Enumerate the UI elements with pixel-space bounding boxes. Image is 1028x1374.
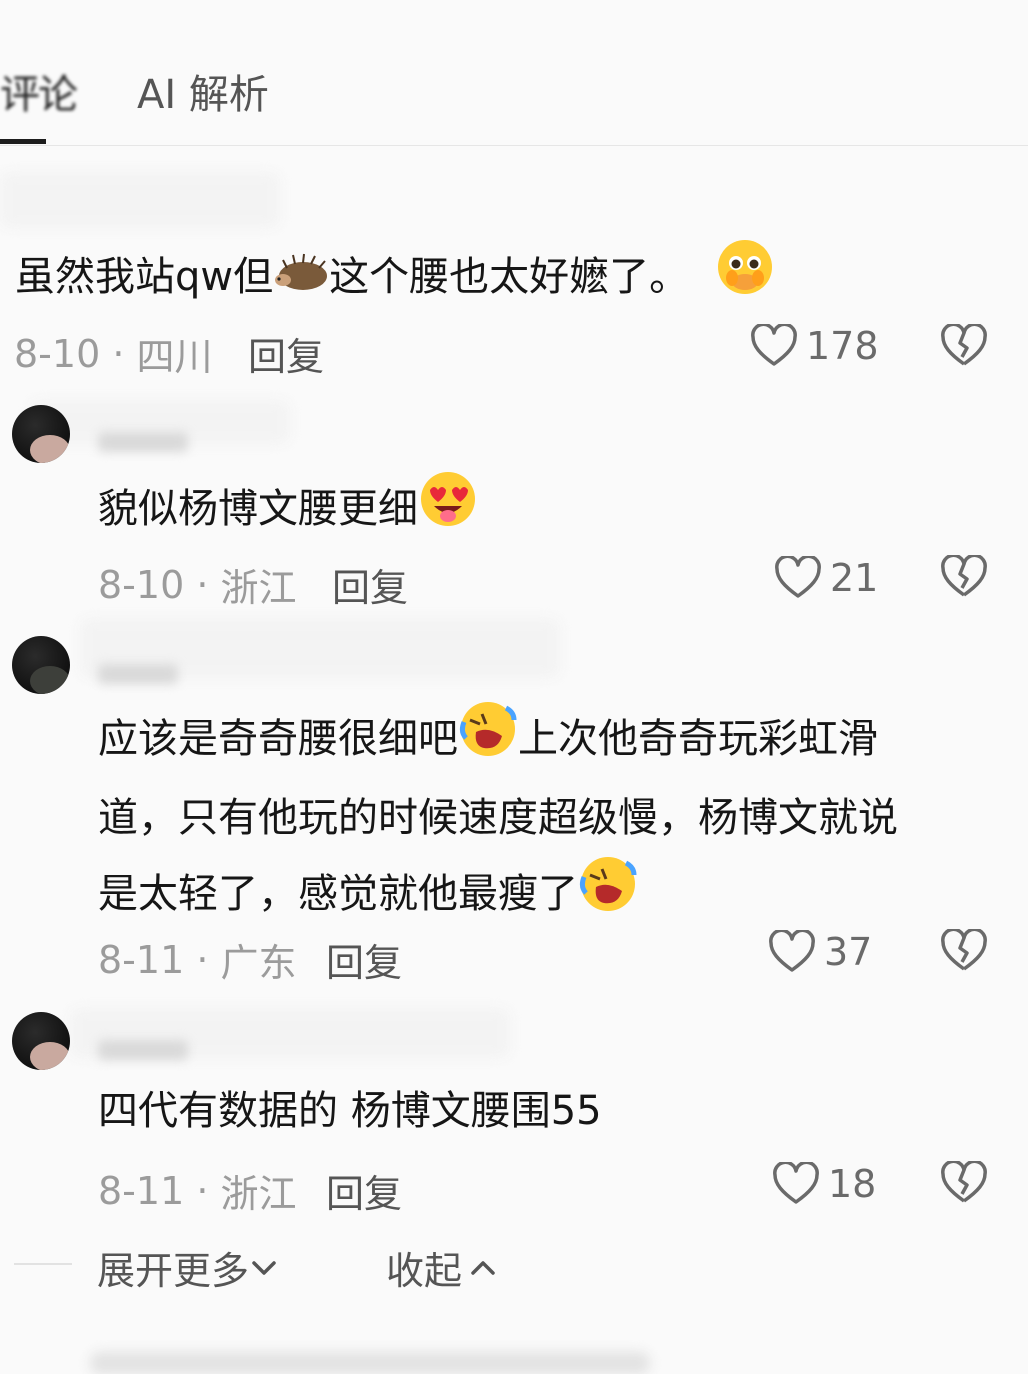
reply-button[interactable]: 回复 <box>326 932 402 987</box>
broken-heart-icon[interactable] <box>940 929 988 973</box>
comment-text: 虽然我站qw但 这个腰也太好嬷了。 <box>15 238 774 320</box>
username-redacted <box>98 1040 188 1060</box>
like-button[interactable]: 21 <box>774 556 878 600</box>
comment-location: 浙江 <box>220 566 297 610</box>
like-count: 21 <box>830 556 879 600</box>
collapse-button[interactable]: 收起 <box>386 1240 498 1295</box>
comment-location: 广东 <box>220 941 297 985</box>
rolling-laughing-emoji <box>458 700 518 782</box>
comment-location: 浙江 <box>220 1172 297 1216</box>
like-count: 178 <box>806 324 879 368</box>
comment-meta: 8-11 · 广东 <box>98 932 297 987</box>
like-button[interactable]: 18 <box>772 1162 876 1206</box>
comment-text: 应该是奇奇腰很细吧 上次他奇奇玩彩虹滑 道，只有他玩的时候速度超级慢，杨博文就说… <box>98 700 898 937</box>
comment-date: 8-10 <box>14 331 101 376</box>
heart-icon <box>775 556 821 598</box>
username-redacted <box>98 664 178 684</box>
broken-heart-icon[interactable] <box>940 1161 988 1205</box>
heart-icon <box>769 930 815 972</box>
chevron-up-icon <box>471 1260 495 1275</box>
comment-text: 四代有数据的 杨博文腰围55 <box>98 1088 602 1134</box>
like-button[interactable]: 37 <box>768 930 872 974</box>
tab-comments[interactable]: 评论 <box>0 62 78 120</box>
tab-bar: 评论 AI 解析 <box>0 0 1028 146</box>
broken-heart-icon[interactable] <box>940 324 988 368</box>
avatar[interactable] <box>12 1012 70 1070</box>
username-redacted <box>98 432 188 452</box>
comment-location: 四川 <box>136 335 213 379</box>
broken-heart-icon[interactable] <box>940 555 988 599</box>
divider <box>14 1263 72 1265</box>
heart-icon <box>751 324 797 366</box>
expand-more-button[interactable]: 展开更多 <box>97 1240 279 1295</box>
active-tab-indicator <box>0 139 46 144</box>
redacted-area <box>0 172 280 228</box>
reply-button[interactable]: 回复 <box>248 326 324 381</box>
avatar[interactable] <box>12 405 70 463</box>
avatar[interactable] <box>12 636 70 694</box>
hedgehog-emoji <box>273 243 329 316</box>
comment-meta: 8-11 · 浙江 <box>98 1163 297 1218</box>
comment-date: 8-11 <box>98 1168 185 1213</box>
rolling-laughing-emoji <box>578 855 638 937</box>
pleading-face-emoji <box>716 238 774 320</box>
heart-eyes-emoji <box>418 470 478 552</box>
comment-text: 貌似杨博文腰更细 <box>98 470 478 552</box>
reply-button[interactable]: 回复 <box>326 1163 402 1218</box>
like-count: 37 <box>824 930 873 974</box>
heart-icon <box>773 1162 819 1204</box>
comment-meta: 8-10 · 浙江 <box>98 557 297 612</box>
comment-meta: 8-10 · 四川 <box>14 326 213 381</box>
reply-button[interactable]: 回复 <box>332 557 408 612</box>
tab-ai-analysis[interactable]: AI 解析 <box>137 62 269 120</box>
comment-date: 8-11 <box>98 937 185 982</box>
like-button[interactable]: 178 <box>750 324 879 368</box>
comment-date: 8-10 <box>98 562 185 607</box>
chevron-down-icon <box>252 1260 276 1275</box>
like-count: 18 <box>828 1162 877 1206</box>
